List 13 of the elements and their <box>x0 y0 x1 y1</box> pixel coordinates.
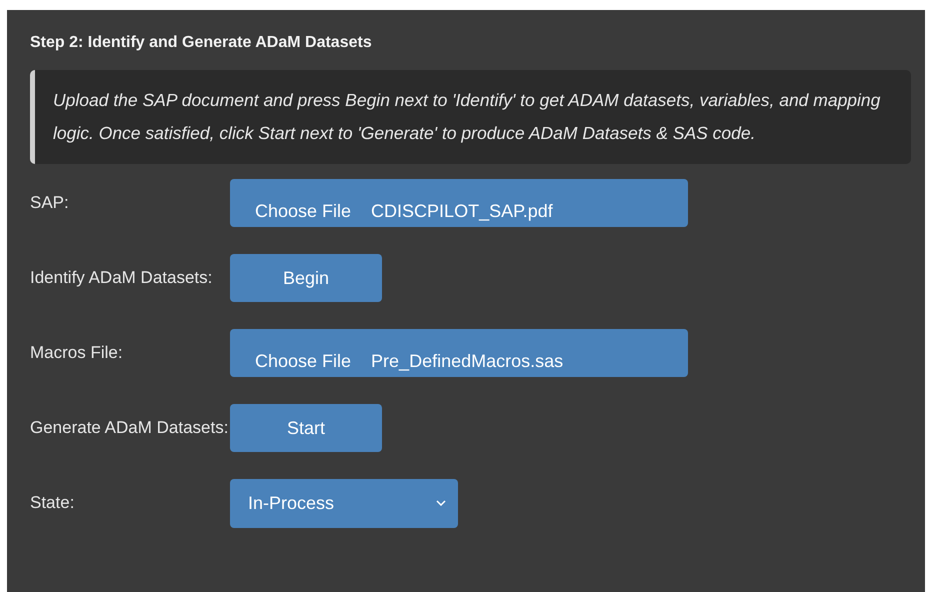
action-button[interactable]: Begin <box>230 254 382 302</box>
step-heading: Step 2: Identify and Generate ADaM Datasets <box>30 34 373 52</box>
field-label: Macros File: <box>30 342 124 364</box>
field-label: State: <box>30 492 76 514</box>
chevron-down-icon <box>436 500 446 506</box>
field-label: Identify ADaM Datasets: <box>30 267 214 289</box>
instruction-note: Upload the SAP document and press Begin next to 'Identify' to get ADAM datasets, variables, and mapping logic. Once satisfied, click Start next to 'Generate' to produce ADaM Datasets & SAS code. <box>30 70 911 164</box>
file-input[interactable]: Choose File CDISCPILOT_SAP.pdf <box>230 179 688 227</box>
field-label: Generate ADaM Datasets: <box>30 417 230 439</box>
file-input[interactable]: Choose File Pre_DefinedMacros.sas <box>230 329 688 377</box>
action-button[interactable]: Start <box>230 404 382 452</box>
state-dropdown[interactable]: In-Process <box>230 478 458 528</box>
field-label: SAP: <box>30 192 70 214</box>
